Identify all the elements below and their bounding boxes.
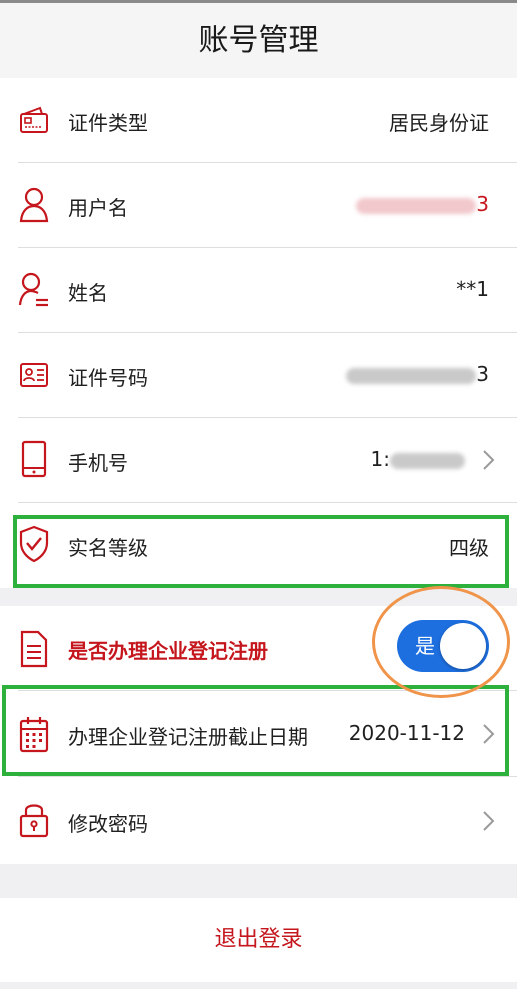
registration-deadline-value: 2020-11-12 (348, 721, 465, 745)
calendar-icon (18, 715, 50, 753)
name-value: **1 (456, 277, 489, 301)
row-registration-deadline[interactable]: 办理企业登记注册截止日期 2020-11-12 (0, 691, 517, 777)
row-phone[interactable]: 手机号 1: (0, 418, 517, 503)
mobile-phone-icon (18, 440, 50, 478)
row-id-type: 证件类型 居民身份证 (0, 78, 517, 163)
redacted-blur (356, 197, 477, 214)
row-change-password[interactable]: 修改密码 (0, 777, 517, 864)
name-label: 姓名 (68, 281, 108, 305)
row-name: 姓名 **1 (0, 248, 517, 333)
lock-icon (18, 800, 50, 838)
document-icon (18, 630, 50, 668)
logout-button[interactable]: 退出登录 (0, 898, 517, 982)
phone-value: 1: (371, 447, 465, 471)
id-type-value: 居民身份证 (389, 111, 489, 135)
enterprise-registration-toggle[interactable]: 是 (397, 620, 489, 672)
change-password-label: 修改密码 (68, 812, 148, 836)
user-icon (18, 186, 50, 224)
chevron-right-icon (481, 449, 495, 471)
chevron-right-icon (481, 723, 495, 745)
shield-check-icon (18, 525, 50, 563)
id-card-icon (18, 102, 50, 140)
chevron-right-icon (481, 810, 495, 832)
username-label: 用户名 (68, 196, 128, 220)
username-value: 3 (356, 192, 489, 216)
id-badge-icon (18, 356, 50, 394)
page-title: 账号管理 (0, 3, 517, 78)
id-type-label: 证件类型 (68, 111, 148, 135)
row-realname-level: 实名等级 四级 (0, 503, 517, 588)
row-id-number: 证件号码 3 (0, 333, 517, 418)
registration-deadline-label: 办理企业登记注册截止日期 (68, 725, 308, 749)
account-info-group: 证件类型 居民身份证 用户名 3 姓名 **1 证件号码 3 手机号 1: 实名… (0, 78, 517, 588)
realname-level-label: 实名等级 (68, 536, 148, 560)
row-username: 用户名 3 (0, 163, 517, 248)
id-number-label: 证件号码 (68, 366, 148, 390)
phone-label: 手机号 (68, 451, 128, 475)
toggle-label: 是 (415, 634, 435, 658)
redacted-blur (390, 452, 465, 469)
realname-level-value: 四级 (449, 536, 489, 560)
id-number-value: 3 (346, 362, 489, 386)
person-name-icon (18, 271, 50, 309)
enterprise-registration-label: 是否办理企业登记注册 (68, 639, 268, 663)
redacted-blur (346, 367, 477, 384)
toggle-knob (440, 623, 486, 669)
